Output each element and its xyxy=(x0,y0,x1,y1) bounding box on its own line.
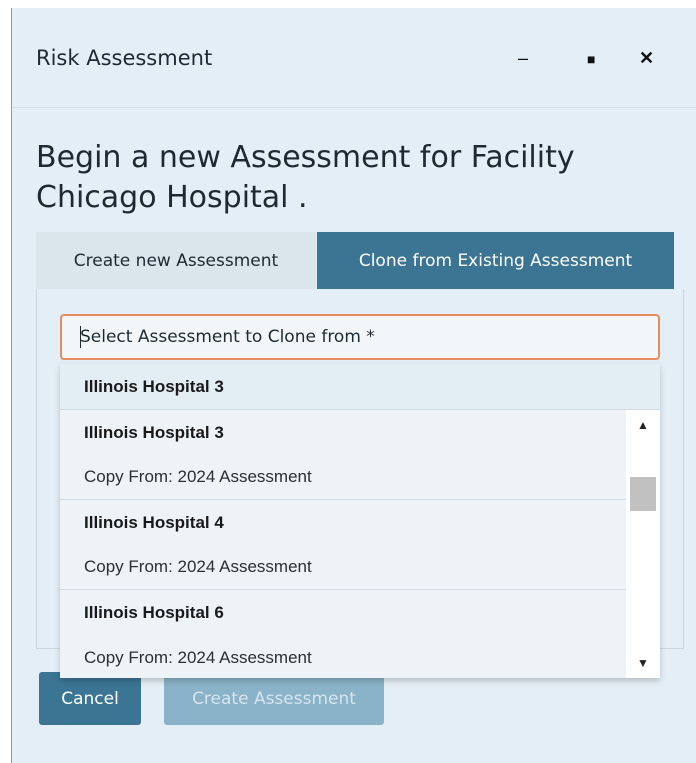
scroll-down-icon[interactable]: ▼ xyxy=(626,648,660,678)
list-item-option[interactable]: Copy From: 2024 Assessment xyxy=(60,455,626,500)
window-title: Risk Assessment xyxy=(36,46,213,70)
title-bar: Risk Assessment – ■ ✕ xyxy=(12,8,696,108)
maximize-icon[interactable]: ■ xyxy=(587,51,595,67)
select-placeholder: Select Assessment to Clone from * xyxy=(80,327,375,347)
page-heading: Begin a new Assessment for Facility Chic… xyxy=(36,140,575,215)
clone-source-dropdown[interactable]: Illinois Hospital 3 Illinois Hospital 3 … xyxy=(60,364,660,678)
risk-assessment-dialog: Risk Assessment – ■ ✕ Begin a new Assess… xyxy=(11,8,696,763)
scroll-up-icon[interactable]: ▲ xyxy=(626,410,660,440)
close-icon[interactable]: ✕ xyxy=(639,48,654,69)
scrollbar-thumb[interactable] xyxy=(630,477,656,511)
list-item-hospital-name: Illinois Hospital 6 xyxy=(84,602,224,622)
dropdown-scrollbar[interactable]: ▲ ▼ xyxy=(626,410,660,678)
clone-source-select[interactable]: Select Assessment to Clone from * xyxy=(60,314,660,360)
list-item-option[interactable]: Copy From: 2024 Assessment xyxy=(60,545,626,590)
list-item-option[interactable]: Copy From: 2024 Assessment xyxy=(60,635,626,680)
tab-create-new-assessment[interactable]: Create new Assessment xyxy=(36,232,316,289)
list-item-hospital-name: Illinois Hospital 3 xyxy=(84,422,224,442)
minimize-icon[interactable]: – xyxy=(518,48,528,69)
tab-clone-from-existing[interactable]: Clone from Existing Assessment xyxy=(317,232,674,289)
list-item-hospital-name: Illinois Hospital 4 xyxy=(84,512,224,532)
dropdown-header-label: Illinois Hospital 3 xyxy=(84,376,224,396)
text-caret xyxy=(80,326,81,348)
dropdown-group-header: Illinois Hospital 3 xyxy=(60,364,660,410)
